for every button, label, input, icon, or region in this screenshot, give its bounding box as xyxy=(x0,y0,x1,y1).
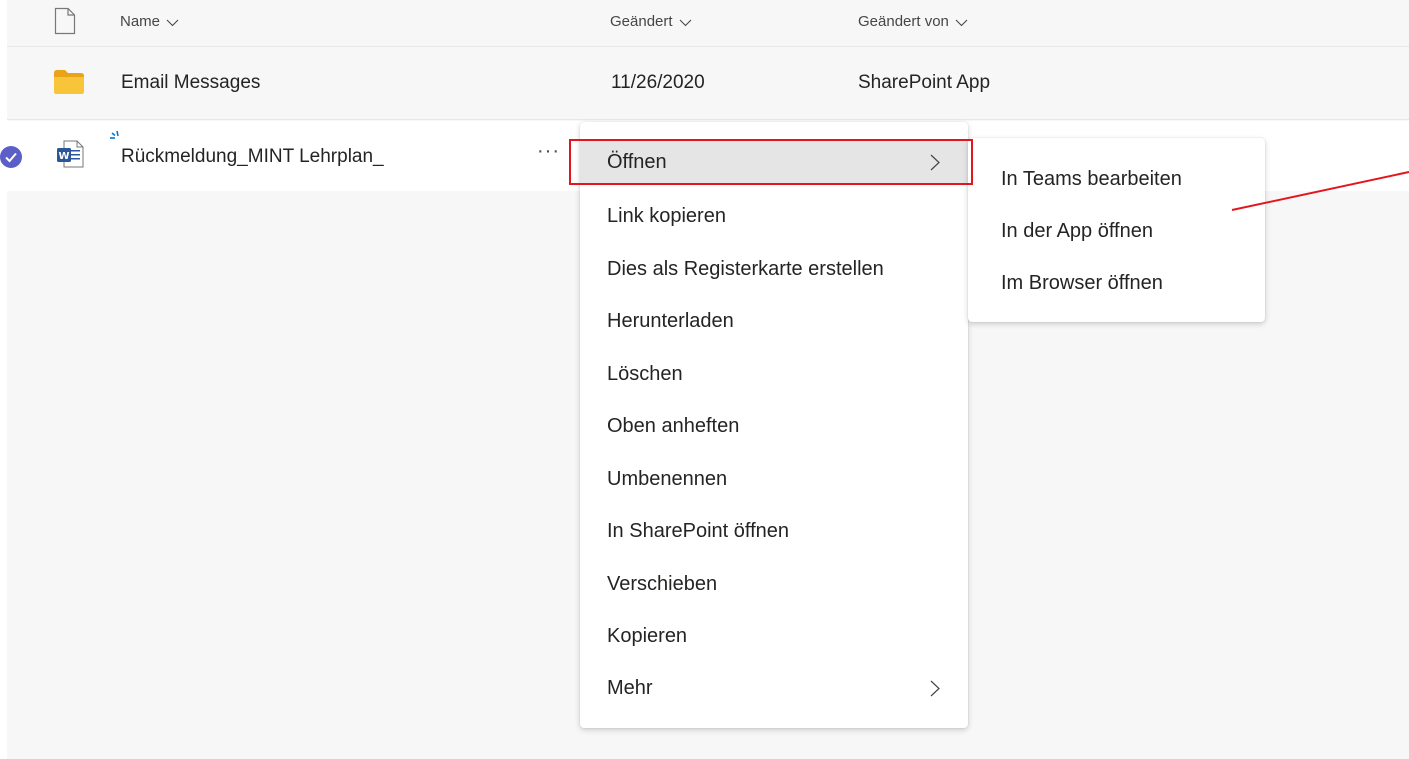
menu-item-make-tab[interactable]: Dies als Registerkarte erstellen xyxy=(580,245,968,293)
modified-by: SharePoint App xyxy=(858,72,991,93)
menu-item-copy[interactable]: Kopieren xyxy=(580,612,968,660)
table-row[interactable]: Email Messages 11/26/2020 SharePoint App xyxy=(7,48,1409,120)
menu-item-more[interactable]: Mehr xyxy=(580,664,968,712)
chevron-down-icon xyxy=(955,19,968,26)
context-menu: Öffnen Link kopieren Dies als Registerka… xyxy=(580,122,968,728)
column-header-modified-by[interactable]: Geändert von xyxy=(858,13,968,30)
menu-item-pin-to-top[interactable]: Oben anheften xyxy=(580,402,968,450)
more-options-button[interactable]: ··· xyxy=(537,140,560,163)
submenu-item-edit-in-teams[interactable]: In Teams bearbeiten xyxy=(968,153,1265,205)
svg-text:W: W xyxy=(58,151,69,162)
modified-date: 11/26/2020 xyxy=(611,72,705,93)
chevron-right-icon xyxy=(930,154,940,171)
column-header-modified-by-label: Geändert von xyxy=(858,13,949,30)
column-header-name-label: Name xyxy=(120,13,161,30)
menu-item-rename[interactable]: Umbenennen xyxy=(580,455,968,503)
file-name-link[interactable]: Email Messages xyxy=(121,72,260,94)
column-header-row: Name Geändert Geändert von xyxy=(7,0,1409,47)
column-header-name[interactable]: Name xyxy=(120,13,179,30)
file-name-link[interactable]: Rückmeldung_MINT Lehrplan_ xyxy=(121,146,384,168)
menu-item-copy-link[interactable]: Link kopieren xyxy=(580,192,968,240)
open-submenu: In Teams bearbeiten In der App öffnen Im… xyxy=(968,138,1265,322)
menu-item-label: Mehr xyxy=(607,677,653,699)
menu-item-move[interactable]: Verschieben xyxy=(580,560,968,608)
menu-item-open[interactable]: Öffnen xyxy=(580,139,968,185)
menu-item-delete[interactable]: Löschen xyxy=(580,350,968,398)
column-header-modified-label: Geändert xyxy=(610,13,673,30)
checkmark-circle-icon[interactable] xyxy=(0,145,23,174)
folder-icon xyxy=(54,70,84,99)
chevron-down-icon xyxy=(166,19,179,26)
word-document-icon: W xyxy=(56,140,84,173)
menu-item-label: Öffnen xyxy=(607,151,667,173)
chevron-down-icon xyxy=(679,19,692,26)
chevron-right-icon xyxy=(930,680,940,697)
submenu-item-open-in-app[interactable]: In der App öffnen xyxy=(968,205,1265,257)
menu-item-download[interactable]: Herunterladen xyxy=(580,297,968,345)
column-header-modified[interactable]: Geändert xyxy=(610,13,692,30)
file-list-page: Name Geändert Geändert von Email Message… xyxy=(0,0,1409,759)
menu-item-open-in-sharepoint[interactable]: In SharePoint öffnen xyxy=(580,507,968,555)
submenu-item-open-in-browser[interactable]: Im Browser öffnen xyxy=(968,257,1265,309)
file-type-header-icon[interactable] xyxy=(54,7,76,40)
